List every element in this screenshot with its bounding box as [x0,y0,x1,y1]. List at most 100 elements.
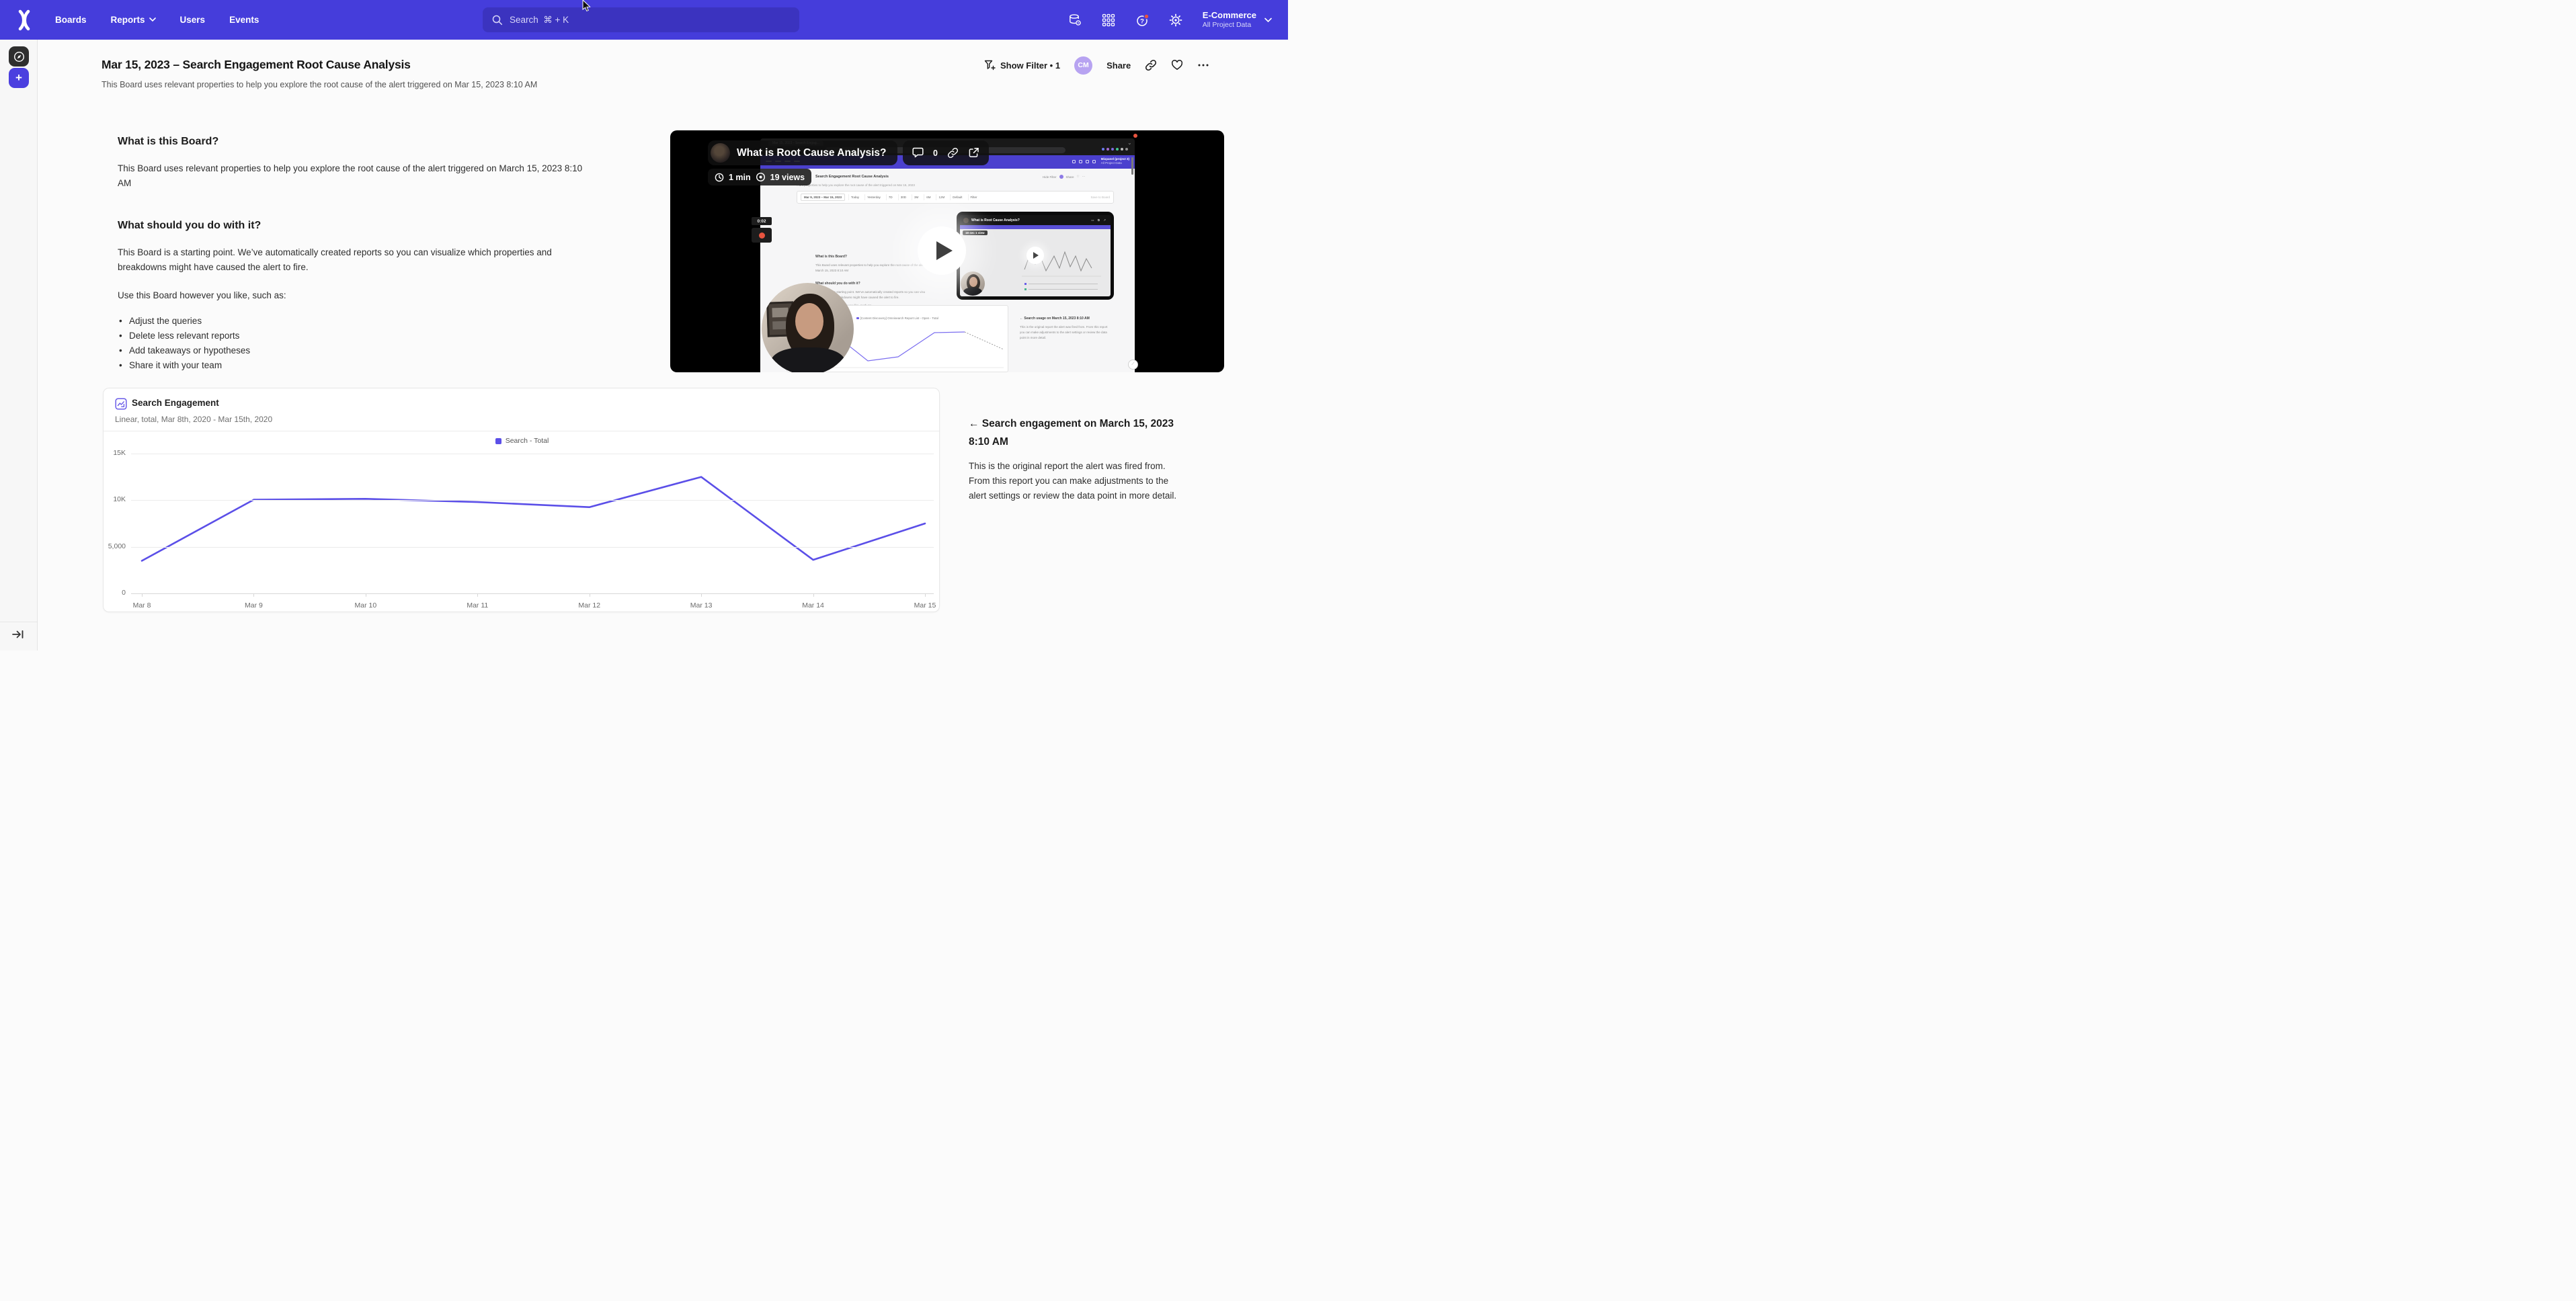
sidenote-block: ← Search engagement on March 15, 2023 8:… [969,415,1178,503]
left-rail: + [0,40,38,650]
intro-para-1: This Board uses relevant properties to h… [118,161,592,191]
y-axis-tick-label: 5,000 [104,542,126,550]
views-icon [756,172,766,182]
page-subtitle: This Board uses relevant properties to h… [102,80,537,89]
nav-item-events[interactable]: Events [229,15,259,25]
inner-date-controls: Mar 9, 2023 – Mar 15, 2023 Today Yesterd… [797,191,1114,204]
report-card-search-engagement[interactable]: Search Engagement Linear, total, Mar 8th… [103,388,940,612]
video-views: 19 views [770,173,805,182]
y-axis-tick-label: 15K [104,449,126,457]
y-axis-tick-label: 0 [104,589,126,597]
copy-link-button[interactable] [1145,59,1157,71]
mini-stats-pill: 18 sec 1 view [963,230,988,235]
mouse-cursor [582,0,592,15]
intro-text-block: What is this Board? This Board uses rele… [118,136,592,373]
x-axis-tick-label: Mar 15 [905,601,945,610]
svg-text:?: ? [1140,17,1144,25]
apps-grid-icon[interactable] [1102,13,1115,27]
x-axis-tick [701,593,702,597]
x-axis-tick-label: Mar 14 [793,601,834,610]
inner-board-subtitle: ...ant properties to help you explore th… [797,183,915,187]
gridline [131,547,934,548]
chart-plot-area[interactable]: Search - Total 05,00010K15KMar 8Mar 9Mar… [104,431,940,613]
user-avatar[interactable]: CM [1074,56,1092,75]
explore-compass-button[interactable] [9,46,29,67]
x-axis-tick-label: Mar 13 [681,601,721,610]
mini-video-title: What is Root Cause Analysis? [971,218,1020,222]
legend-label: Search - Total [506,437,549,445]
nav-item-reports-label: Reports [111,15,145,25]
mini-avatar [963,218,969,223]
chart-legend[interactable]: Search - Total [104,437,940,445]
report-title[interactable]: Search Engagement [132,398,219,408]
x-axis-tick [142,593,143,597]
expand-sidebar-button[interactable] [11,628,26,642]
data-management-icon[interactable] [1068,13,1082,27]
x-axis-tick-label: Mar 9 [233,601,274,610]
show-filter-label: Show Filter • 1 [1000,60,1060,71]
sidenote-title: ← Search engagement on March 15, 2023 8:… [969,415,1178,451]
sidenote-body: This is the original report the alert wa… [969,459,1178,503]
favorite-button[interactable] [1171,59,1183,71]
search-placeholder: Search ⌘ + K [510,15,569,26]
play-icon [936,241,953,260]
show-filter-button[interactable]: Show Filter • 1 [984,60,1060,71]
browser-extension-icons [1102,148,1128,151]
play-button[interactable] [918,226,966,275]
link-icon [1145,59,1157,71]
project-switcher[interactable]: E-Commerce All Project Data [1203,10,1272,30]
add-board-button[interactable]: + [9,68,29,88]
more-options-button[interactable] [1197,59,1209,71]
intro-para-3: Use this Board however you like, such as… [118,288,592,303]
inner-board-title: Search Engagement Root Cause Analysis [815,175,889,179]
nav-item-boards[interactable]: Boards [55,15,87,25]
collapse-chevron-icon: ⌄ [1127,140,1132,146]
settings-gear-icon[interactable] [1169,13,1182,27]
x-axis-tick-label: Mar 11 [457,601,497,610]
list-item: Adjust the queries [118,314,592,329]
nested-video-panel: What is Root Cause Analysis? ▭ ⧉ ↗ 18 se… [957,212,1114,300]
search-icon [492,15,503,26]
nav-item-reports[interactable]: Reports [111,15,156,25]
search-input[interactable]: Search ⌘ + K [483,7,799,32]
intro-bullet-list: Adjust the queries Delete less relevant … [118,314,592,373]
line-chart-icon [115,398,127,410]
intro-heading-2: What should you do with it? [118,220,592,232]
record-button [752,228,772,243]
help-icon[interactable]: ? [1135,13,1149,27]
x-axis-tick-label: Mar 8 [122,601,162,610]
mixpanel-logo-icon[interactable] [13,9,35,31]
nav-item-users[interactable]: Users [180,15,206,25]
intro-heading-1: What is this Board? [118,136,592,148]
inner-link-fab: ⟋ [1128,360,1138,370]
line-series [131,454,934,593]
top-navbar: Boards Reports Users Events Search ⌘ + K [0,0,1288,40]
list-item: Delete less relevant reports [118,329,592,343]
video-thumbnail-card[interactable]: Mar 15, 2023 - Search Engag... Mixpanel … [670,130,1224,372]
notification-dot [1144,14,1149,19]
record-dot-icon [759,233,765,239]
mini-play-button[interactable] [1027,247,1044,264]
inner-board-actions: Hide Filter Share♡⋯ [1043,175,1085,179]
ellipsis-icon [1197,59,1209,71]
plus-icon: + [15,71,22,85]
comment-icon[interactable] [912,147,924,159]
legend-swatch [495,438,501,444]
video-actions-pill: 0 [903,140,989,165]
recording-timer: 0:02 [752,217,772,225]
list-item: Add takeaways or hypotheses [118,343,592,358]
webcam-bubble [762,283,854,372]
chevron-down-icon [1264,17,1272,23]
inner-sidenote: ← Search usage on March 15, 2023 8:10 AM… [1020,316,1113,341]
share-button[interactable]: Share [1106,60,1131,71]
video-stats-pill: 1 min 19 views [708,169,811,185]
list-item: Share it with your team [118,358,592,373]
inner-h1: What is this Board? [815,255,847,259]
expand-arrow-icon [11,628,25,641]
clock-icon [715,173,724,182]
x-axis-tick [813,593,814,597]
video-title: What is Root Cause Analysis? [737,147,887,159]
open-external-icon[interactable] [968,147,979,159]
presenter-avatar [711,143,730,163]
link-icon[interactable] [947,147,959,159]
